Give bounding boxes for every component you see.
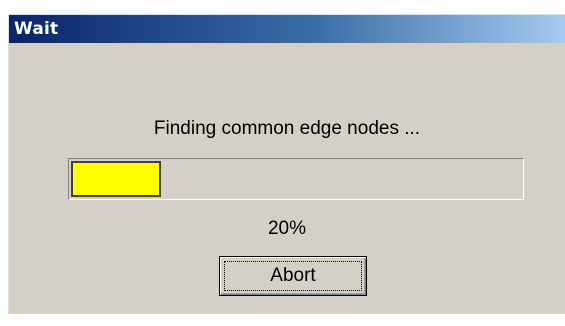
- status-message: Finding common edge nodes ...: [153, 118, 421, 139]
- abort-button[interactable]: Abort: [219, 256, 367, 296]
- progress-fill: [71, 161, 161, 197]
- wait-dialog: Wait Finding common edge nodes ... 20% A…: [8, 14, 565, 314]
- window-title: Wait: [14, 19, 59, 39]
- progress-bar: [68, 158, 524, 200]
- abort-button-label: Abort: [224, 261, 362, 291]
- progress-percent: 20%: [267, 218, 307, 239]
- title-bar[interactable]: Wait: [9, 15, 565, 43]
